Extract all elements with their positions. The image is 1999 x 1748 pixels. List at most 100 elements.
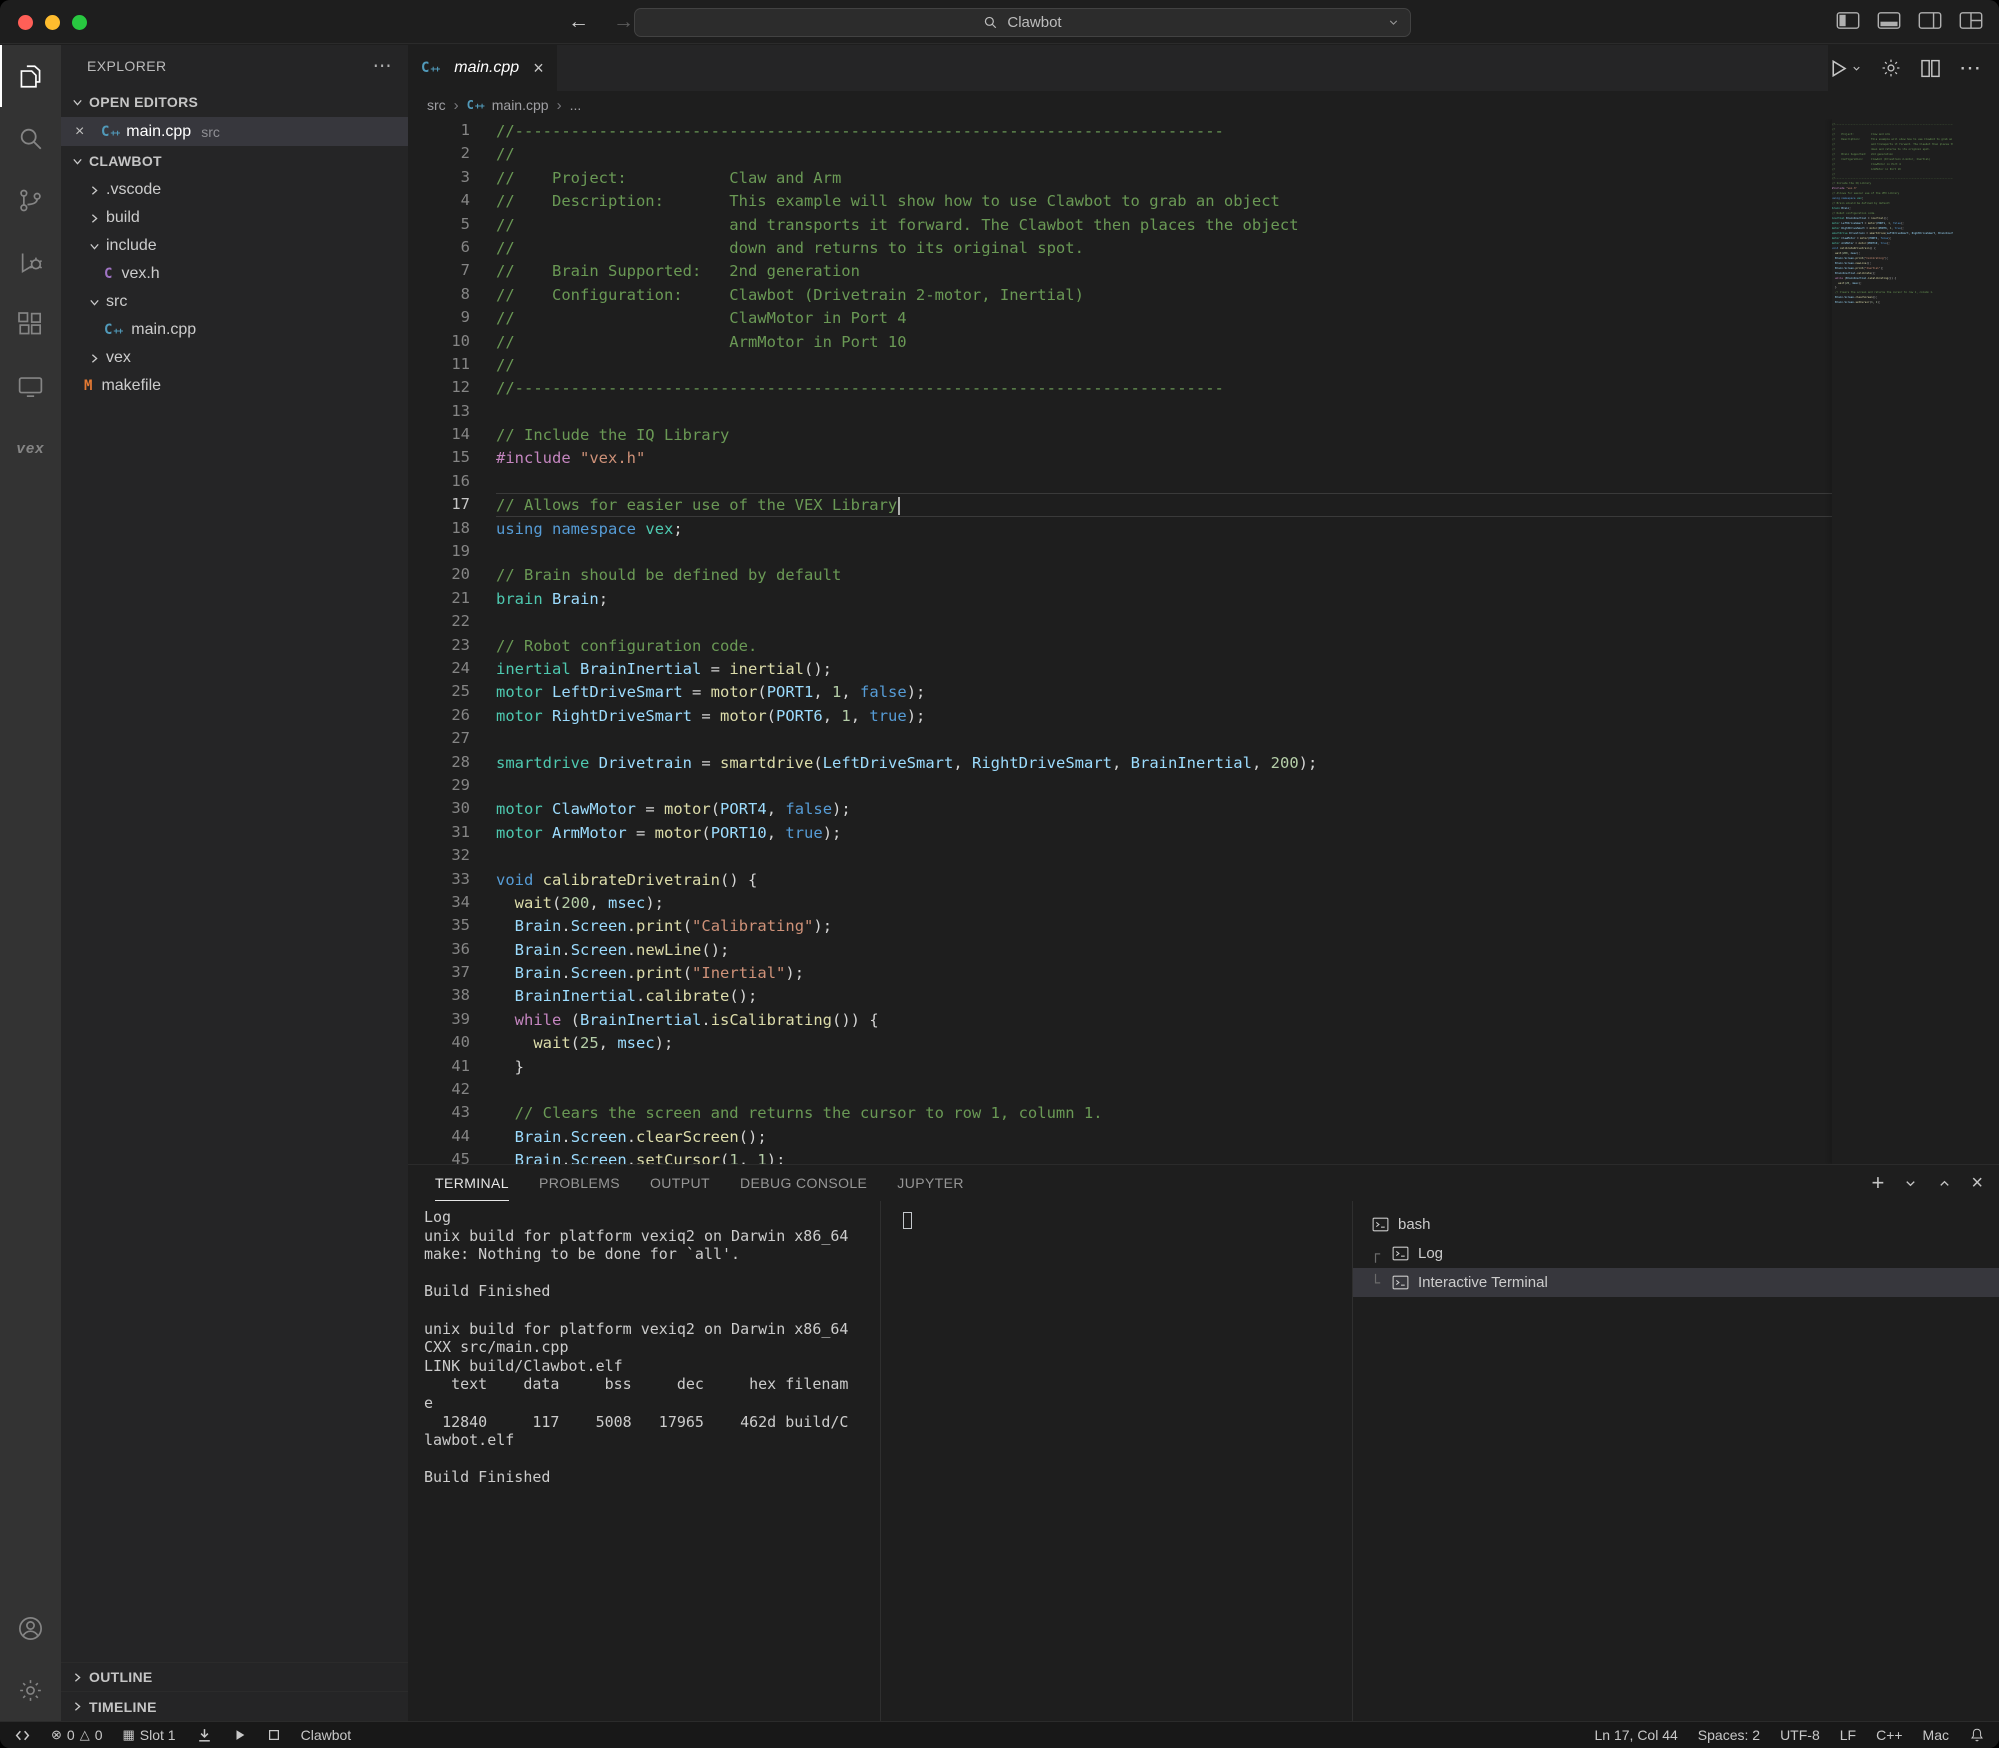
project-name[interactable]: Clawbot — [301, 1727, 352, 1743]
close-icon[interactable]: × — [75, 123, 84, 141]
code-line[interactable]: 18 using namespace vex; — [408, 517, 1832, 540]
code-line[interactable]: 29 — [408, 774, 1832, 797]
encoding[interactable]: UTF-8 — [1780, 1727, 1820, 1743]
new-terminal-icon[interactable]: + — [1871, 1172, 1884, 1194]
activity-source-control[interactable] — [0, 169, 61, 231]
run-button[interactable] — [1828, 58, 1862, 79]
code-line[interactable]: 36 Brain.Screen.newLine(); — [408, 938, 1832, 961]
code-line[interactable]: 14// Include the IQ Library — [408, 423, 1832, 446]
vex-stop-button[interactable] — [267, 1728, 281, 1742]
code-line[interactable]: 15 #include "vex.h" — [408, 446, 1832, 469]
notifications-bell-icon[interactable] — [1969, 1727, 1985, 1743]
panel-tab-jupyter[interactable]: JUPYTER — [897, 1165, 964, 1201]
panel-tab-output[interactable]: OUTPUT — [650, 1165, 710, 1201]
breadcrumb-item[interactable]: src — [427, 97, 446, 113]
editor-settings-icon[interactable] — [1880, 57, 1902, 79]
breadcrumb-item[interactable]: main.cpp — [492, 97, 549, 113]
close-panel-icon[interactable]: × — [1971, 1173, 1983, 1193]
terminal-list-item[interactable]: ┌ Log — [1353, 1239, 1999, 1268]
remote-indicator[interactable] — [14, 1727, 31, 1744]
terminal-output[interactable]: Log unix build for platform vexiq2 on Dar… — [408, 1201, 880, 1721]
folder-item-include[interactable]: include — [61, 232, 408, 260]
breadcrumb-item[interactable]: ... — [570, 97, 582, 113]
settings-button[interactable] — [0, 1659, 61, 1721]
folder-item-build[interactable]: build — [61, 204, 408, 232]
activity-vex-device[interactable] — [0, 355, 61, 417]
chevron-down-icon[interactable] — [1387, 16, 1400, 29]
folder-item-src[interactable]: src — [61, 288, 408, 316]
code-line[interactable]: 21 brain Brain; — [408, 587, 1832, 610]
folder-item--vscode[interactable]: .vscode — [61, 176, 408, 204]
code-line[interactable]: 3// Project: Claw and Arm — [408, 166, 1832, 189]
code-line[interactable]: 22 — [408, 610, 1832, 633]
tab-main-cpp[interactable]: C ++ main.cpp × — [408, 45, 558, 91]
maximize-panel-icon[interactable] — [1937, 1176, 1952, 1191]
code-line[interactable]: 24 inertial BrainInertial = inertial(); — [408, 657, 1832, 680]
language-mode[interactable]: C++ — [1876, 1727, 1902, 1743]
code-line[interactable]: 23// Robot configuration code. — [408, 634, 1832, 657]
minimize-window-button[interactable] — [45, 15, 60, 30]
code-line[interactable]: 6// down and returns to its original spo… — [408, 236, 1832, 259]
outline-header[interactable]: OUTLINE — [61, 1663, 408, 1692]
code-line[interactable]: 8// Configuration: Clawbot (Drivetrain 2… — [408, 283, 1832, 306]
slot-selector[interactable]: ▦ Slot 1 — [123, 1727, 176, 1743]
code-line[interactable]: 40 wait(25, msec); — [408, 1031, 1832, 1054]
toggle-panel-icon[interactable] — [1877, 11, 1901, 30]
code-line[interactable]: 32 — [408, 844, 1832, 867]
toggle-sidebar-icon[interactable] — [1836, 11, 1860, 30]
os-indicator[interactable]: Mac — [1923, 1727, 1949, 1743]
account-button[interactable] — [0, 1597, 61, 1659]
code-line[interactable]: 39 while (BrainInertial.isCalibrating())… — [408, 1008, 1832, 1031]
activity-vex[interactable]: vex — [0, 417, 61, 479]
code-line[interactable]: 43 // Clears the screen and returns the … — [408, 1101, 1832, 1124]
code-line[interactable]: 20// Brain should be defined by default — [408, 563, 1832, 586]
code-line[interactable]: 30 motor ClawMotor = motor(PORT4, false); — [408, 797, 1832, 820]
code-line[interactable]: 41 } — [408, 1055, 1832, 1078]
code-line[interactable]: 45 Brain.Screen.setCursor(1, 1); — [408, 1148, 1832, 1164]
command-center-search[interactable]: Clawbot — [634, 8, 1411, 37]
indentation[interactable]: Spaces: 2 — [1698, 1727, 1760, 1743]
code-line[interactable]: 4// Description: This example will show … — [408, 189, 1832, 212]
code-line[interactable]: 34 wait(200, msec); — [408, 891, 1832, 914]
code-line[interactable]: 31 motor ArmMotor = motor(PORT10, true); — [408, 821, 1832, 844]
code-line[interactable]: 28 smartdrive Drivetrain = smartdrive(Lef… — [408, 751, 1832, 774]
code-line[interactable]: 13 — [408, 400, 1832, 423]
code-line[interactable]: 33 void calibrateDrivetrain() { — [408, 868, 1832, 891]
folder-header[interactable]: CLAWBOT — [61, 146, 408, 176]
code-line[interactable]: 1//-------------------------------------… — [408, 119, 1832, 142]
code-line[interactable]: 25 motor LeftDriveSmart = motor(PORT1, 1,… — [408, 680, 1832, 703]
timeline-header[interactable]: TIMELINE — [61, 1692, 408, 1721]
code-line[interactable]: 19 — [408, 540, 1832, 563]
code-line[interactable]: 38 BrainInertial.calibrate(); — [408, 984, 1832, 1007]
code-line[interactable]: 9// ClawMotor in Port 4 — [408, 306, 1832, 329]
code-lines[interactable]: 1//-------------------------------------… — [408, 119, 1832, 1164]
code-line[interactable]: 16 — [408, 470, 1832, 493]
code-line[interactable]: 42 — [408, 1078, 1832, 1101]
vex-download-button[interactable] — [196, 1727, 213, 1744]
panel-tab-terminal[interactable]: TERMINAL — [435, 1165, 509, 1201]
split-editor-icon[interactable] — [1920, 58, 1941, 79]
code-line[interactable]: 17// Allows for easier use of the VEX Li… — [408, 493, 1832, 517]
terminal-dropdown-icon[interactable] — [1903, 1176, 1918, 1191]
terminal-list-item[interactable]: bash — [1353, 1210, 1999, 1239]
code-line[interactable]: 35 Brain.Screen.print("Calibrating"); — [408, 914, 1832, 937]
code-line[interactable]: 12//------------------------------------… — [408, 376, 1832, 399]
zoom-window-button[interactable] — [72, 15, 87, 30]
activity-extensions[interactable] — [0, 293, 61, 355]
code-line[interactable]: 26 motor RightDriveSmart = motor(PORT6, 1… — [408, 704, 1832, 727]
code-line[interactable]: 7// Brain Supported: 2nd generation — [408, 259, 1832, 282]
minimap[interactable]: //--------------------------------------… — [1832, 119, 1953, 1164]
activity-explorer[interactable] — [0, 45, 61, 107]
more-actions-icon[interactable]: ⋯ — [1959, 57, 1981, 79]
code-editor[interactable]: 1//-------------------------------------… — [408, 119, 1999, 1164]
file-item-main-cpp[interactable]: C ++ main.cpp — [61, 316, 408, 344]
close-tab-icon[interactable]: × — [533, 58, 544, 79]
file-item-makefile[interactable]: Mmakefile — [61, 372, 408, 400]
panel-tab-problems[interactable]: PROBLEMS — [539, 1165, 620, 1201]
code-line[interactable]: 5// and transports it forward. The Clawb… — [408, 213, 1832, 236]
panel-tab-debug-console[interactable]: DEBUG CONSOLE — [740, 1165, 867, 1201]
problems-status[interactable]: ⊗ 0 △ 0 — [51, 1727, 103, 1743]
code-line[interactable]: 11// — [408, 353, 1832, 376]
file-item-vex-h[interactable]: Cvex.h — [61, 260, 408, 288]
forward-button[interactable]: → — [613, 10, 634, 34]
